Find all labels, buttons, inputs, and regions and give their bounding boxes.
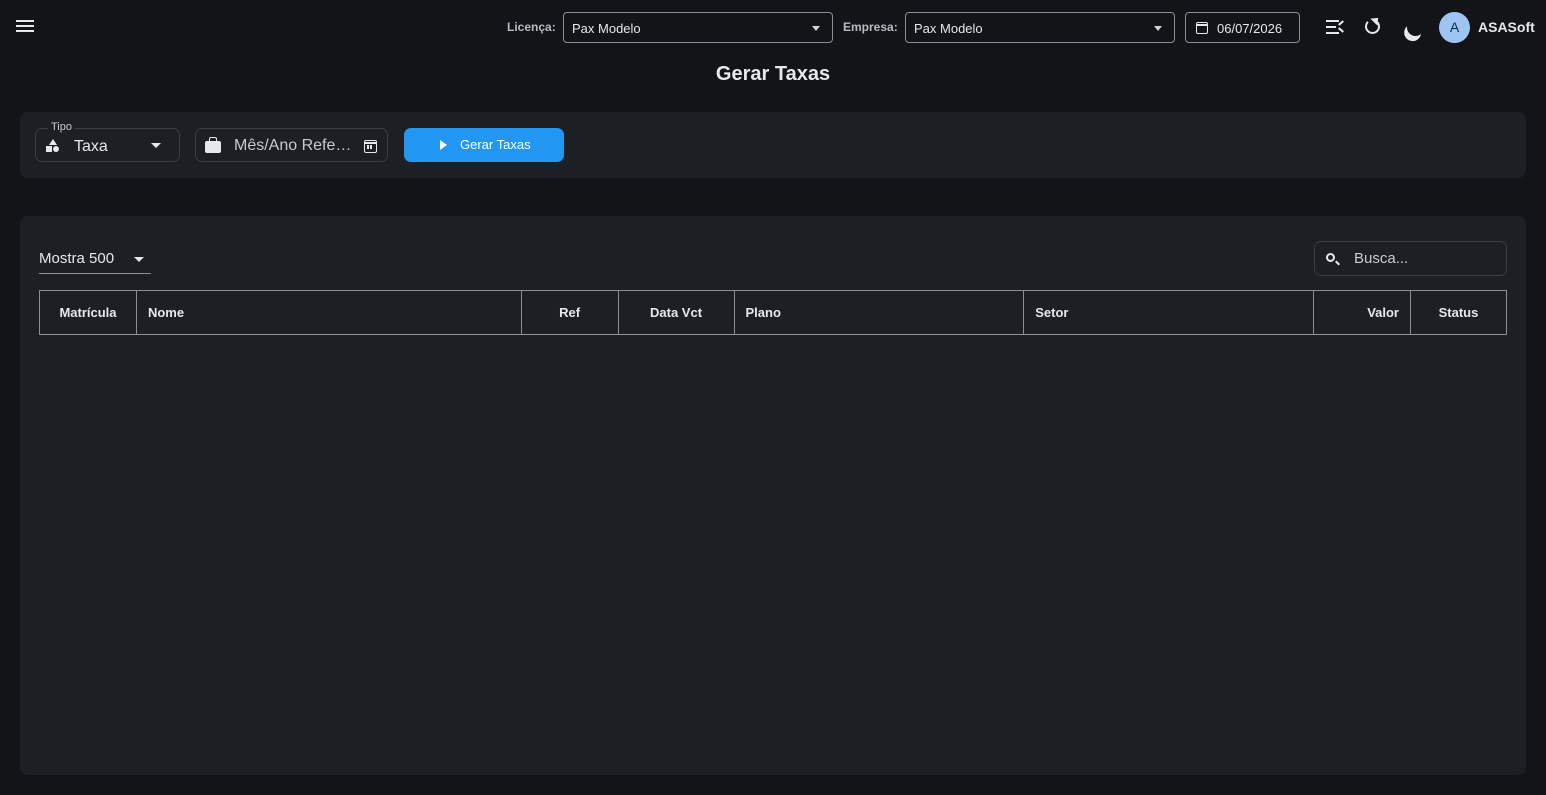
column-header-nome[interactable]: Nome (135, 290, 522, 335)
page-title: Gerar Taxas (715, 63, 831, 85)
chevron-down-icon (1154, 26, 1162, 31)
table-header-row: Matrícula Nome Ref Data Vct Plano Setor … (39, 290, 1508, 335)
menu-open-icon[interactable] (1324, 16, 1346, 38)
search-icon (1326, 253, 1335, 262)
generate-taxes-label: Gerar Taxas (460, 137, 531, 152)
menu-icon[interactable] (16, 17, 38, 37)
calendar-icon (1196, 22, 1208, 34)
search-input[interactable]: Busca... (1314, 241, 1507, 276)
shapes-icon (46, 139, 60, 153)
taxes-table: Matrícula Nome Ref Data Vct Plano Setor … (39, 290, 1508, 335)
table-card: Mostra 500 Busca... Matrícula Nome Ref D… (20, 216, 1526, 775)
avatar[interactable]: A (1439, 12, 1470, 43)
briefcase-icon (205, 137, 221, 153)
refresh-icon[interactable] (1362, 16, 1384, 38)
column-header-valor[interactable]: Valor (1313, 290, 1411, 335)
column-header-matricula[interactable]: Matrícula (39, 290, 137, 335)
column-header-plano[interactable]: Plano (733, 290, 1025, 335)
licenca-value: Pax Modelo (572, 21, 641, 36)
empresa-value: Pax Modelo (914, 21, 983, 36)
licenca-label: Licença: (507, 20, 556, 34)
tipo-value: Taxa (74, 138, 108, 155)
filter-card: Tipo Taxa Mês/Ano Referência Gerar Taxas (20, 112, 1526, 178)
tipo-label: Tipo (48, 121, 75, 133)
top-bar: Licença: Pax Modelo Empresa: Pax Modelo … (0, 0, 1546, 54)
generate-taxes-button[interactable]: Gerar Taxas (404, 128, 564, 162)
page-size-label: Mostra 500 (39, 250, 115, 267)
tipo-select[interactable]: Tipo Taxa (35, 121, 180, 162)
calendar-month-icon[interactable] (364, 140, 377, 153)
play-icon (440, 140, 447, 150)
column-header-status[interactable]: Status (1409, 290, 1508, 335)
username[interactable]: ASASoft (1478, 19, 1535, 35)
column-header-setor[interactable]: Setor (1023, 290, 1315, 335)
chevron-down-icon (134, 257, 144, 262)
column-header-data-vct[interactable]: Data Vct (617, 290, 735, 335)
empresa-label: Empresa: (843, 20, 898, 34)
date-picker[interactable]: 06/07/2026 (1185, 12, 1300, 43)
empresa-select[interactable]: Pax Modelo (905, 12, 1175, 43)
chevron-down-icon (812, 26, 820, 31)
licenca-select[interactable]: Pax Modelo (563, 12, 833, 43)
reference-month-placeholder: Mês/Ano Referência (234, 137, 352, 154)
reference-month-input[interactable]: Mês/Ano Referência (195, 128, 388, 162)
page-size-select[interactable]: Mostra 500 (39, 242, 151, 274)
dark-mode-icon[interactable] (1400, 16, 1422, 38)
search-placeholder: Busca... (1354, 250, 1409, 267)
date-value: 06/07/2026 (1217, 21, 1283, 36)
column-header-ref[interactable]: Ref (520, 290, 619, 335)
chevron-down-icon (151, 143, 161, 148)
